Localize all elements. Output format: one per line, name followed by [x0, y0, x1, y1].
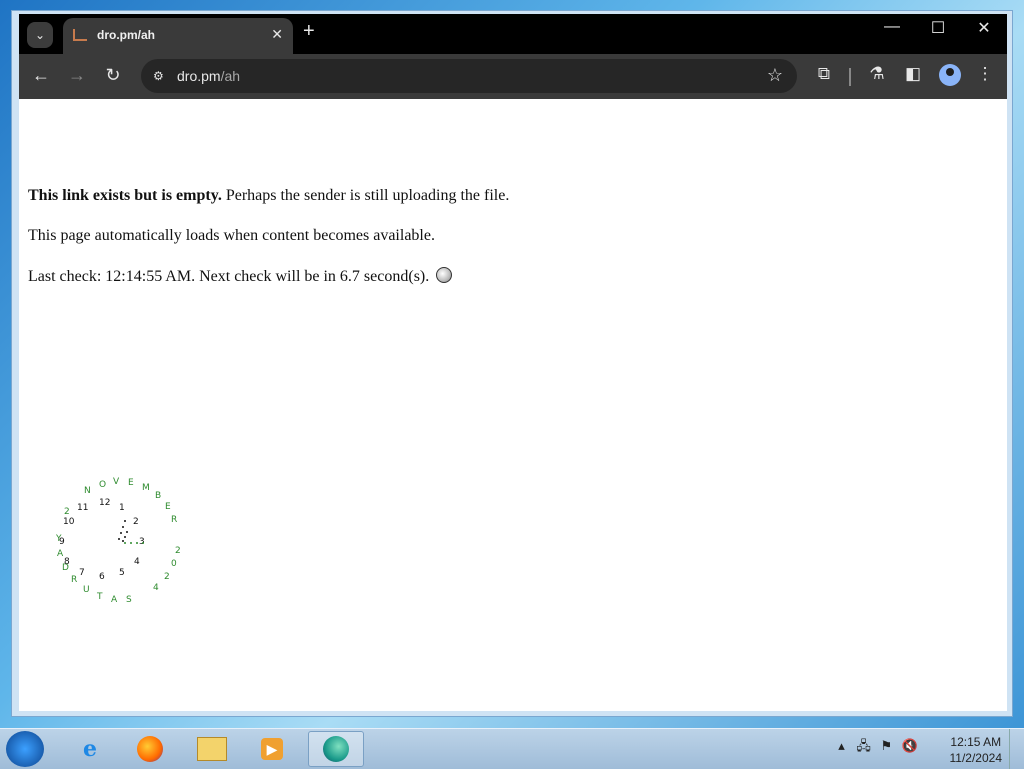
site-info-icon[interactable]: ⚙: [153, 69, 164, 83]
month-letter: N: [84, 486, 91, 496]
bookmark-star-icon[interactable]: ☆: [767, 65, 783, 86]
day-letter: T: [97, 592, 103, 602]
browser-chrome: ⌄ dro.pm/ah ✕ + — ☐ ✕ ← → ↻ ⚙ dro.pm/ah …: [19, 14, 1007, 99]
month-letter: E: [128, 478, 134, 488]
auto-load-message: This page automatically loads when conte…: [28, 227, 435, 244]
tab-close-icon[interactable]: ✕: [271, 26, 283, 43]
url-text: dro.pm/ah: [177, 68, 241, 84]
internet-explorer-icon[interactable]: e: [62, 731, 118, 767]
reload-button[interactable]: ↻: [101, 65, 125, 86]
taskbar: e ▶ ▴ 🖧 ⚑ 🔇 12:15 AM 11/2/2024: [0, 728, 1024, 769]
tab-active[interactable]: dro.pm/ah ✕: [63, 18, 293, 54]
edge-browser-icon[interactable]: [308, 731, 364, 767]
back-button[interactable]: ←: [29, 65, 53, 86]
extensions-icon[interactable]: ⧉: [812, 64, 836, 84]
taskbar-time: 12:15 AM: [950, 735, 1002, 749]
empty-link-message: This link exists but is empty. Perhaps t…: [28, 187, 510, 204]
day-letter: A: [111, 595, 118, 605]
browser-toolbar: ← → ↻ ⚙ dro.pm/ah ☆ ⧉ ⚗ ◧ ⋮: [19, 54, 1007, 99]
firefox-icon[interactable]: [122, 731, 178, 767]
year-digit: 2: [164, 572, 170, 582]
new-tab-button[interactable]: +: [303, 20, 315, 43]
minimize-button[interactable]: —: [869, 18, 915, 36]
loading-spinner-icon: [436, 267, 453, 283]
tab-bar: ⌄ dro.pm/ah ✕ + — ☐ ✕: [19, 14, 1007, 54]
show-desktop-button[interactable]: [1009, 729, 1024, 769]
volume-muted-icon[interactable]: 🔇: [902, 738, 918, 753]
network-icon[interactable]: 🖧: [856, 738, 871, 753]
day-letter: U: [83, 585, 90, 595]
day-letter: S: [126, 595, 132, 605]
clock-widget: 12 1 2 3 4 5 6 7 8 9 10 11 N O V E M B E…: [29, 471, 181, 611]
year-digit: 2: [175, 546, 181, 556]
toolbar-separator: [849, 68, 851, 86]
day-letter: Y: [56, 534, 62, 544]
action-center-flag-icon[interactable]: ⚑: [881, 738, 893, 753]
day-letter: A: [57, 549, 64, 559]
browser-window: ⌄ dro.pm/ah ✕ + — ☐ ✕ ← → ↻ ⚙ dro.pm/ah …: [11, 10, 1013, 717]
page-favicon-icon: [73, 29, 87, 41]
last-check-message: Last check: 12:14:55 AM. Next check will…: [28, 267, 453, 286]
tab-title: dro.pm/ah: [97, 28, 156, 42]
forward-button[interactable]: →: [65, 65, 89, 86]
side-panel-icon[interactable]: ◧: [901, 64, 925, 84]
profile-avatar[interactable]: [939, 64, 961, 86]
month-letter: V: [113, 477, 120, 487]
month-letter: R: [171, 515, 178, 525]
labs-flask-icon[interactable]: ⚗: [865, 64, 889, 84]
maximize-button[interactable]: ☐: [915, 18, 961, 38]
month-letter: B: [155, 491, 162, 501]
day-number: 2: [64, 507, 70, 517]
year-digit: 0: [171, 559, 177, 569]
menu-kebab-icon[interactable]: ⋮: [973, 64, 997, 84]
year-digit: 4: [153, 583, 159, 593]
day-letter: D: [62, 563, 69, 573]
address-bar[interactable]: ⚙ dro.pm/ah ☆: [141, 59, 797, 93]
start-button[interactable]: [6, 731, 44, 767]
show-hidden-icons-icon[interactable]: ▴: [838, 738, 845, 753]
taskbar-date: 11/2/2024: [949, 751, 1003, 765]
tab-search-button[interactable]: ⌄: [27, 22, 53, 48]
month-letter: E: [165, 502, 171, 512]
page-content: This link exists but is empty. Perhaps t…: [19, 99, 1007, 711]
media-player-icon[interactable]: ▶: [244, 731, 300, 767]
month-letter: O: [99, 480, 107, 490]
file-explorer-icon[interactable]: [184, 731, 240, 767]
taskbar-clock[interactable]: 12:15 AM 11/2/2024: [950, 734, 1003, 766]
month-letter: M: [142, 483, 150, 493]
day-letter: R: [71, 575, 78, 585]
close-window-button[interactable]: ✕: [961, 18, 1007, 38]
